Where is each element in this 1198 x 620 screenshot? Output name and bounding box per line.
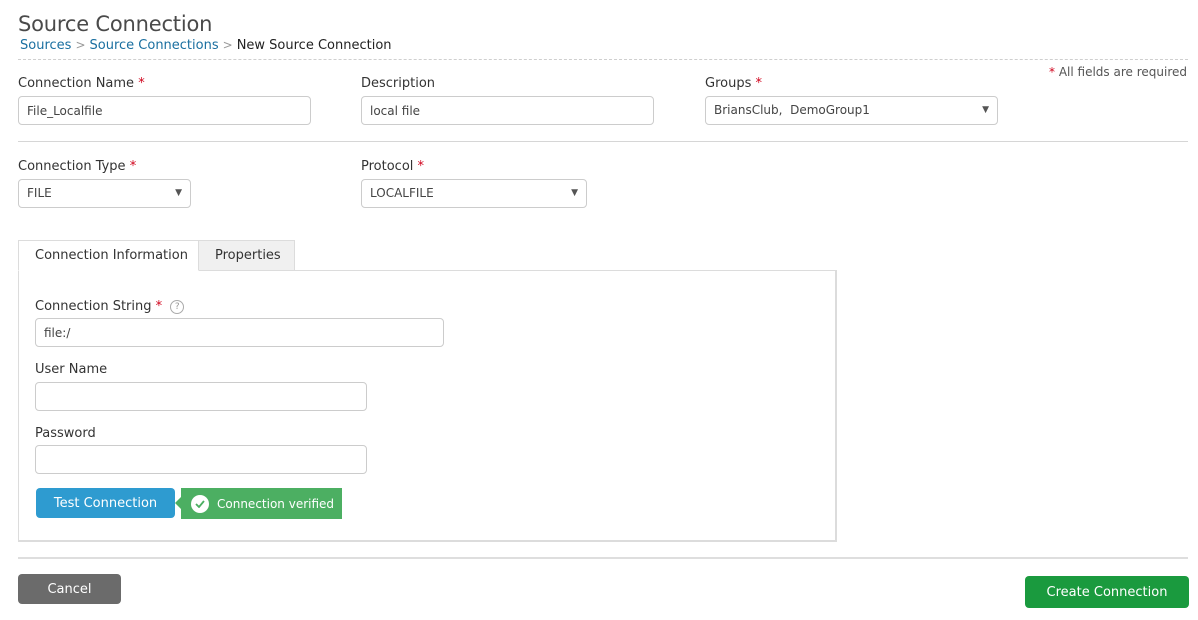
required-marker: * [417, 159, 425, 174]
breadcrumb-current: New Source Connection [236, 38, 392, 53]
password-input[interactable] [35, 445, 367, 474]
chevron-down-icon: ▼ [982, 105, 989, 115]
protocol-label: Protocol * [361, 159, 425, 174]
user-name-input[interactable] [35, 382, 367, 411]
chevron-down-icon: ▼ [571, 188, 578, 198]
breadcrumb-separator: > [75, 38, 86, 52]
breadcrumb-sources[interactable]: Sources [20, 38, 71, 53]
required-marker: * [138, 76, 145, 91]
header-divider [18, 59, 1188, 60]
section-divider [18, 141, 1188, 142]
password-label: Password [35, 426, 96, 441]
connection-name-label: Connection Name * [18, 76, 145, 91]
required-marker: * [155, 299, 163, 314]
check-circle-icon [191, 494, 209, 513]
groups-label: Groups * [705, 76, 762, 91]
chevron-down-icon: ▼ [175, 188, 182, 198]
required-marker: * [129, 159, 137, 174]
breadcrumb: Sources > Source Connections > New Source Co… [20, 38, 392, 53]
required-fields-note: * All fields are required [1049, 65, 1187, 79]
connection-string-input[interactable] [35, 318, 444, 347]
cancel-button[interactable]: Cancel [18, 574, 121, 604]
required-marker: * [755, 76, 763, 91]
connection-verified-text: Connection verified [217, 496, 335, 511]
description-input[interactable] [361, 96, 654, 125]
connection-name-input[interactable] [18, 96, 311, 125]
connection-verified-status: Connection verified [175, 488, 342, 519]
protocol-select[interactable]: LOCALFILE ▼ [361, 179, 587, 208]
tab-properties[interactable]: Properties [198, 240, 295, 271]
connection-type-select[interactable]: FILE ▼ [18, 179, 191, 208]
breadcrumb-source-connections[interactable]: Source Connections [90, 38, 219, 53]
connection-type-label: Connection Type * [18, 159, 137, 174]
connection-string-label: Connection String * ? [35, 299, 185, 314]
description-label: Description [361, 76, 436, 91]
help-icon[interactable]: ? [170, 300, 185, 314]
groups-select-value: BriansClub, DemoGroup1 [714, 103, 870, 117]
connection-type-value: FILE [27, 186, 52, 200]
test-connection-button[interactable]: Test Connection [36, 488, 175, 518]
protocol-value: LOCALFILE [370, 186, 434, 200]
user-name-label: User Name [35, 362, 108, 377]
breadcrumb-separator: > [222, 38, 233, 52]
tab-connection-information[interactable]: Connection Information [18, 240, 199, 271]
create-connection-button[interactable]: Create Connection [1025, 576, 1189, 608]
page-title: Source Connection [18, 12, 213, 36]
groups-select[interactable]: BriansClub, DemoGroup1 ▼ [705, 96, 998, 125]
footer-divider [18, 557, 1188, 559]
